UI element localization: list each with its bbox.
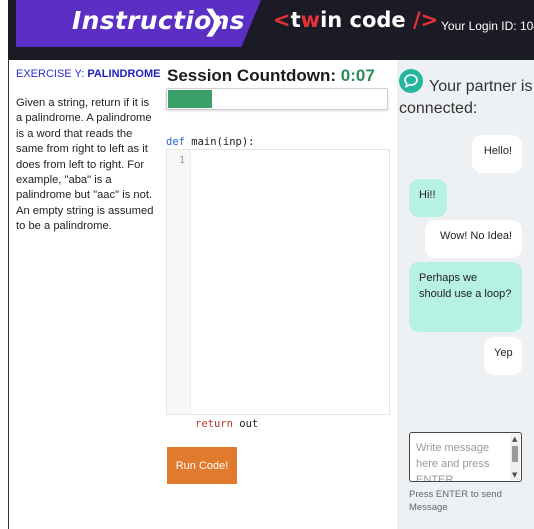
- chat-message: Yep: [484, 337, 522, 375]
- send-hint: Press ENTER to send Message: [409, 489, 502, 513]
- chat-message: Perhaps we should use a loop?: [409, 262, 522, 332]
- chat-message: Hi!!: [409, 179, 447, 217]
- scroll-up-icon[interactable]: ▲: [512, 435, 517, 443]
- login-id-text: Your Login ID: 10459: [441, 19, 534, 33]
- scroll-down-icon[interactable]: ▼: [512, 471, 517, 479]
- session-progress-bar: [166, 88, 388, 110]
- function-signature: def main(inp):: [166, 136, 255, 148]
- session-countdown: Session Countdown: 0:07: [167, 66, 375, 85]
- instructions-tab[interactable]: Instructions ❯: [16, 0, 261, 47]
- line-number: 1: [178, 155, 185, 166]
- scroll-thumb[interactable]: [512, 446, 518, 462]
- message-scrollbar[interactable]: ▲ ▼: [510, 434, 520, 480]
- left-divider: [8, 60, 9, 529]
- chat-panel: Your partner is connected: Hello! Hi!! W…: [397, 60, 534, 529]
- exercise-panel: EXERCISE Y: PALINDROME Given a string, r…: [16, 68, 161, 235]
- twin-code-logo: <twin code />: [273, 8, 439, 32]
- exercise-description: Given a string, return if it is a palind…: [16, 97, 154, 233]
- return-statement: return out: [195, 418, 259, 430]
- message-input[interactable]: Write message here and press ENTER ▲ ▼: [409, 432, 522, 482]
- code-editor[interactable]: 1: [166, 149, 390, 415]
- line-gutter: 1: [167, 150, 191, 414]
- message-input-placeholder: Write message here and press ENTER: [416, 442, 490, 482]
- chat-bubble-icon: [399, 69, 423, 93]
- progress-fill: [168, 90, 212, 108]
- exercise-title: EXERCISE Y: PALINDROME: [16, 68, 161, 80]
- chat-message: Hello!: [472, 135, 522, 173]
- run-code-button[interactable]: Run Code!: [167, 447, 237, 484]
- chat-message: Wow! No Idea!: [425, 220, 522, 258]
- exercise-name: PALINDROME: [87, 68, 161, 80]
- countdown-time: 0:07: [340, 66, 375, 85]
- chevron-right-icon: ❯: [202, 4, 226, 37]
- top-header: Instructions ❯ <twin code /> Your Login …: [8, 0, 534, 60]
